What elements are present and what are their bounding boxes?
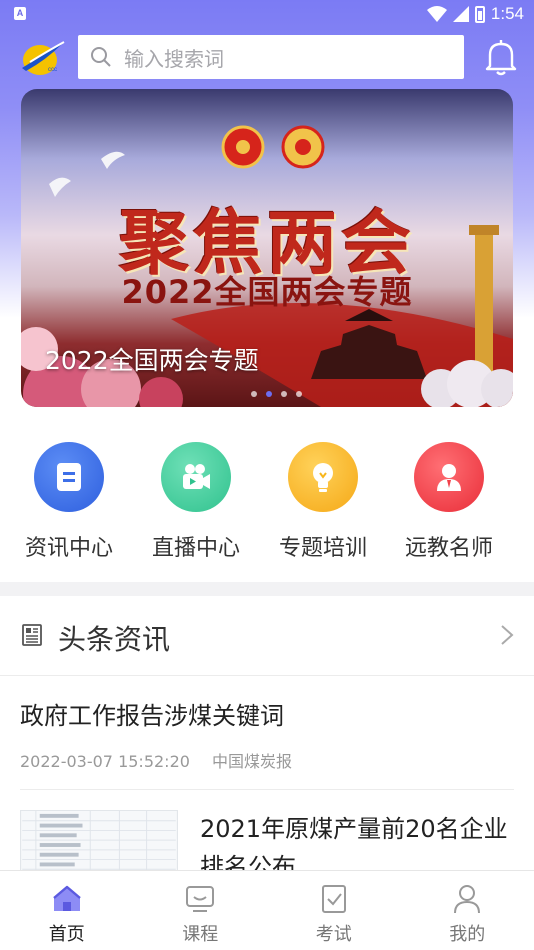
- bottom-navigation: 首页 课程 考试 我的: [0, 870, 534, 950]
- nav-label: 考试: [315, 924, 352, 945]
- carousel-dot: [251, 391, 257, 397]
- status-time: 1:54: [490, 4, 524, 23]
- quick-item-famous-teachers[interactable]: 远教名师: [384, 442, 514, 562]
- quick-menu: 资讯中心 直播中心 专题培训 远教名师: [0, 430, 534, 582]
- banner-caption: 2022全国两会专题: [45, 346, 259, 375]
- nav-home[interactable]: 首页: [0, 871, 134, 950]
- news-article-title[interactable]: 政府工作报告涉煤关键词: [20, 696, 284, 731]
- app-logo[interactable]: ccc: [16, 38, 66, 78]
- carousel-indicator: [251, 391, 302, 397]
- notification-icon: A: [14, 7, 26, 20]
- banner-subheadline: 2022全国两会专题: [121, 273, 413, 311]
- nav-label: 首页: [48, 924, 85, 945]
- nav-label: 我的: [449, 924, 486, 945]
- article-date: 2022-03-07 15:52:20: [20, 752, 190, 771]
- article-source: 中国煤炭报: [211, 752, 292, 771]
- search-icon: [91, 47, 111, 67]
- profile-icon: [454, 885, 481, 914]
- status-bar: A 1:54: [0, 0, 534, 30]
- video-camera-icon: [161, 442, 231, 512]
- wifi-icon: [426, 6, 447, 22]
- quick-item-label: 专题培训: [278, 536, 367, 561]
- nav-profile[interactable]: 我的: [401, 871, 534, 950]
- bell-icon[interactable]: [484, 38, 518, 76]
- nav-label: 课程: [182, 924, 219, 945]
- nav-course[interactable]: 课程: [134, 871, 268, 950]
- quick-item-news-center[interactable]: 资讯中心: [4, 442, 134, 562]
- teacher-icon: [414, 442, 484, 512]
- chevron-right-icon[interactable]: [500, 624, 514, 646]
- quick-item-label: 远教名师: [404, 536, 493, 561]
- battery-icon: [474, 5, 485, 23]
- quick-item-label: 资讯中心: [24, 536, 113, 561]
- document-icon: [34, 442, 104, 512]
- home-icon: [52, 885, 81, 911]
- svg-text:ccc: ccc: [48, 67, 57, 73]
- news-thumbnail[interactable]: [20, 810, 178, 870]
- search-bar[interactable]: 输入搜索词: [78, 35, 464, 79]
- news-article-title[interactable]: 2021年原煤产量前20名企业排名公布: [200, 810, 514, 870]
- banner-carousel[interactable]: 聚焦两会 2022全国两会专题 2022全国两会专题: [21, 89, 513, 407]
- carousel-dot: [296, 391, 302, 397]
- quick-item-topic-training[interactable]: 专题培训: [258, 442, 388, 562]
- nav-exam[interactable]: 考试: [267, 871, 401, 950]
- signal-icon: [452, 6, 469, 22]
- quick-item-live-center[interactable]: 直播中心: [131, 442, 261, 562]
- section-separator: [0, 582, 534, 596]
- lightbulb-icon: [288, 442, 358, 512]
- carousel-dot-active: [266, 391, 272, 397]
- divider: [20, 789, 514, 790]
- carousel-dot: [281, 391, 287, 397]
- exam-icon: [321, 885, 346, 913]
- news-section-title: 头条资讯: [58, 623, 171, 656]
- news-section-header[interactable]: 头条资讯: [0, 596, 534, 676]
- newspaper-icon: [22, 624, 42, 646]
- headline-news-section: 头条资讯 政府工作报告涉煤关键词 2022-03-07 15:52:20 中国煤炭…: [0, 596, 534, 870]
- status-indicators: 1:54: [426, 4, 524, 24]
- quick-item-label: 直播中心: [151, 536, 240, 561]
- search-placeholder: 输入搜索词: [124, 46, 224, 71]
- news-article-meta: 2022-03-07 15:52:20 中国煤炭报: [20, 748, 292, 772]
- course-icon: [186, 886, 215, 912]
